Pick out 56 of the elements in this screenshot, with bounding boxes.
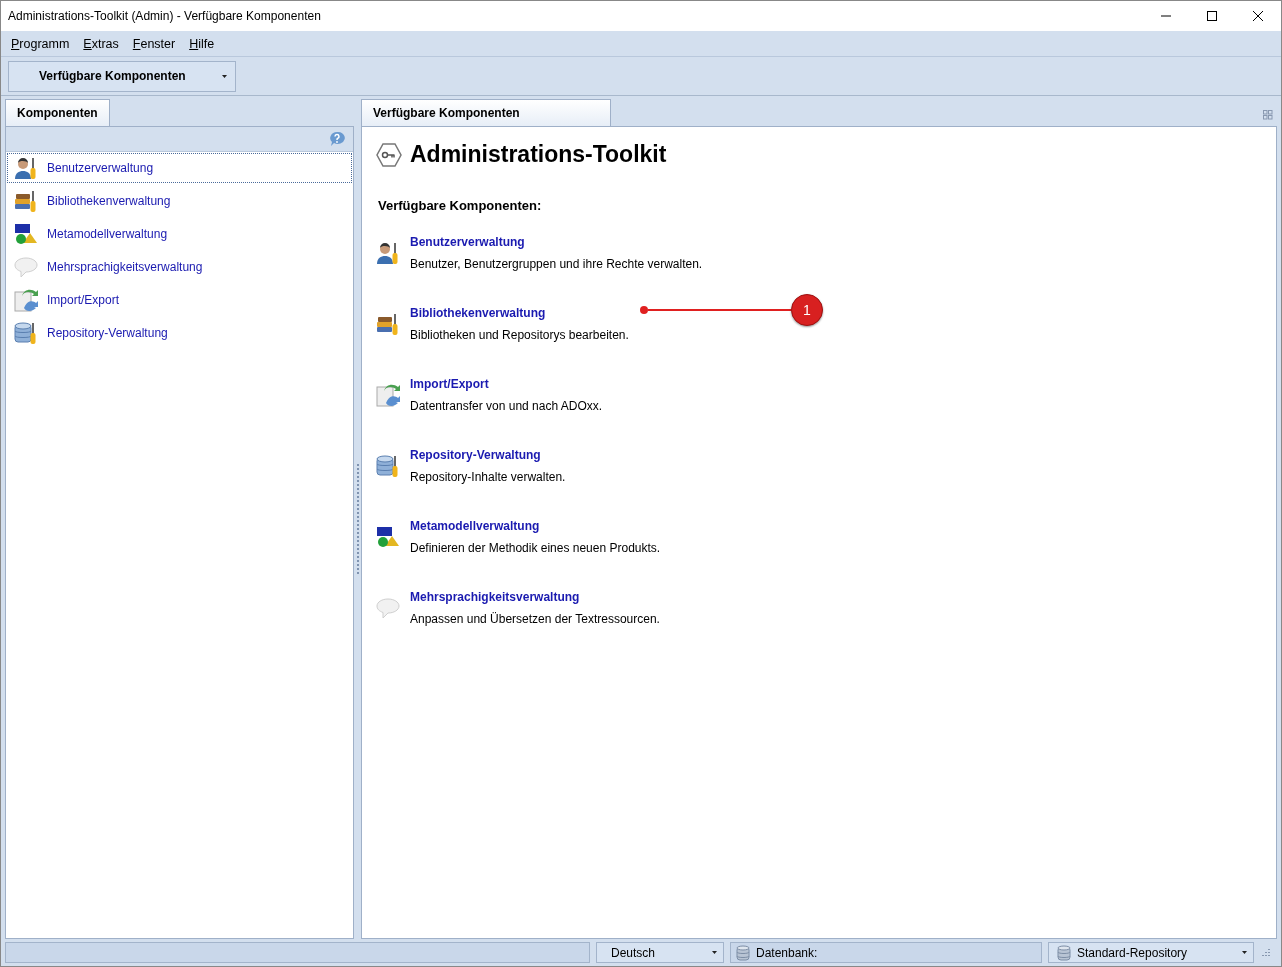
database-wrench-icon <box>14 321 38 345</box>
caret-icon <box>1242 951 1247 954</box>
component-description: Definieren der Methodik eines neuen Produkts. <box>410 541 661 555</box>
component-link[interactable]: Import/Export <box>410 377 603 391</box>
panel-tab[interactable]: Verfügbare Komponenten <box>361 99 611 126</box>
component-description: Bibliotheken und Repositorys bearbeiten. <box>410 328 629 342</box>
callout-dot <box>640 306 648 314</box>
grid-icon[interactable] <box>1263 110 1273 120</box>
component-list-item[interactable]: Mehrsprachigkeitsverwaltung <box>7 252 352 282</box>
menu-item[interactable]: Hilfe <box>182 36 222 51</box>
help-icon[interactable] <box>329 131 345 147</box>
component-link[interactable]: Metamodellverwaltung <box>410 519 661 533</box>
callout-badge: 1 <box>791 294 823 326</box>
component-description: Repository-Inhalte verwalten. <box>410 470 566 484</box>
component-description: Benutzer, Benutzergruppen und ihre Rechte verwalten. <box>410 257 703 271</box>
caret-icon <box>712 951 717 954</box>
section-heading: Verfügbare Komponenten: <box>378 198 543 213</box>
caret-icon <box>222 74 227 78</box>
component-link[interactable]: Mehrsprachigkeitsverwaltung <box>410 590 660 604</box>
component-description: Anpassen und Übersetzen der Textressourcen. <box>410 612 660 626</box>
component-link[interactable]: Benutzerverwaltung <box>410 235 703 249</box>
database-wrench-icon <box>376 454 400 478</box>
component-list-item[interactable]: Bibliothekenverwaltung <box>7 186 352 216</box>
speech-bubble-icon <box>376 596 400 620</box>
component-link[interactable]: Bibliothekenverwaltung <box>410 306 629 320</box>
language-dropdown[interactable]: Deutsch <box>596 942 724 963</box>
books-wrench-icon <box>376 312 400 336</box>
component-link[interactable]: Repository-Verwaltung <box>410 448 566 462</box>
menu-item[interactable]: Fenster <box>125 36 183 51</box>
menu-item[interactable]: Extras <box>76 36 126 51</box>
component-list-item[interactable]: Benutzerverwaltung <box>7 153 352 183</box>
view-dropdown[interactable]: Verfügbare Komponenten <box>8 60 236 92</box>
books-wrench-icon <box>14 189 38 213</box>
import-export-icon <box>14 288 38 312</box>
close-icon[interactable] <box>1253 11 1263 21</box>
database-icon <box>1057 944 1071 961</box>
page-title: Administrations-Toolkit <box>410 141 667 168</box>
repository-dropdown[interactable]: Standard-Repository <box>1048 942 1254 963</box>
resize-grip-icon <box>1260 947 1270 958</box>
speech-bubble-icon <box>14 255 38 279</box>
maximize-icon[interactable] <box>1207 11 1217 21</box>
menu-item[interactable]: Programm <box>4 36 77 51</box>
component-description: Datentransfer von und nach ADOxx. <box>410 399 603 413</box>
database-icon <box>736 944 750 961</box>
import-export-icon <box>376 383 400 407</box>
panel-tab[interactable]: Komponenten <box>5 99 110 126</box>
key-hexagon-icon <box>376 142 402 167</box>
component-list-item[interactable]: Metamodellverwaltung <box>7 219 352 249</box>
component-list-item[interactable]: Repository-Verwaltung <box>7 318 352 348</box>
user-wrench-icon <box>376 241 400 265</box>
user-wrench-icon <box>14 156 38 180</box>
component-list-item[interactable]: Import/Export <box>7 285 352 315</box>
window-title: Administrations-Toolkit (Admin) - Verfügbare Komponenten <box>8 9 322 23</box>
shapes-icon <box>14 222 38 246</box>
database-status: Datenbank: <box>736 944 818 961</box>
shapes-icon <box>376 525 400 549</box>
